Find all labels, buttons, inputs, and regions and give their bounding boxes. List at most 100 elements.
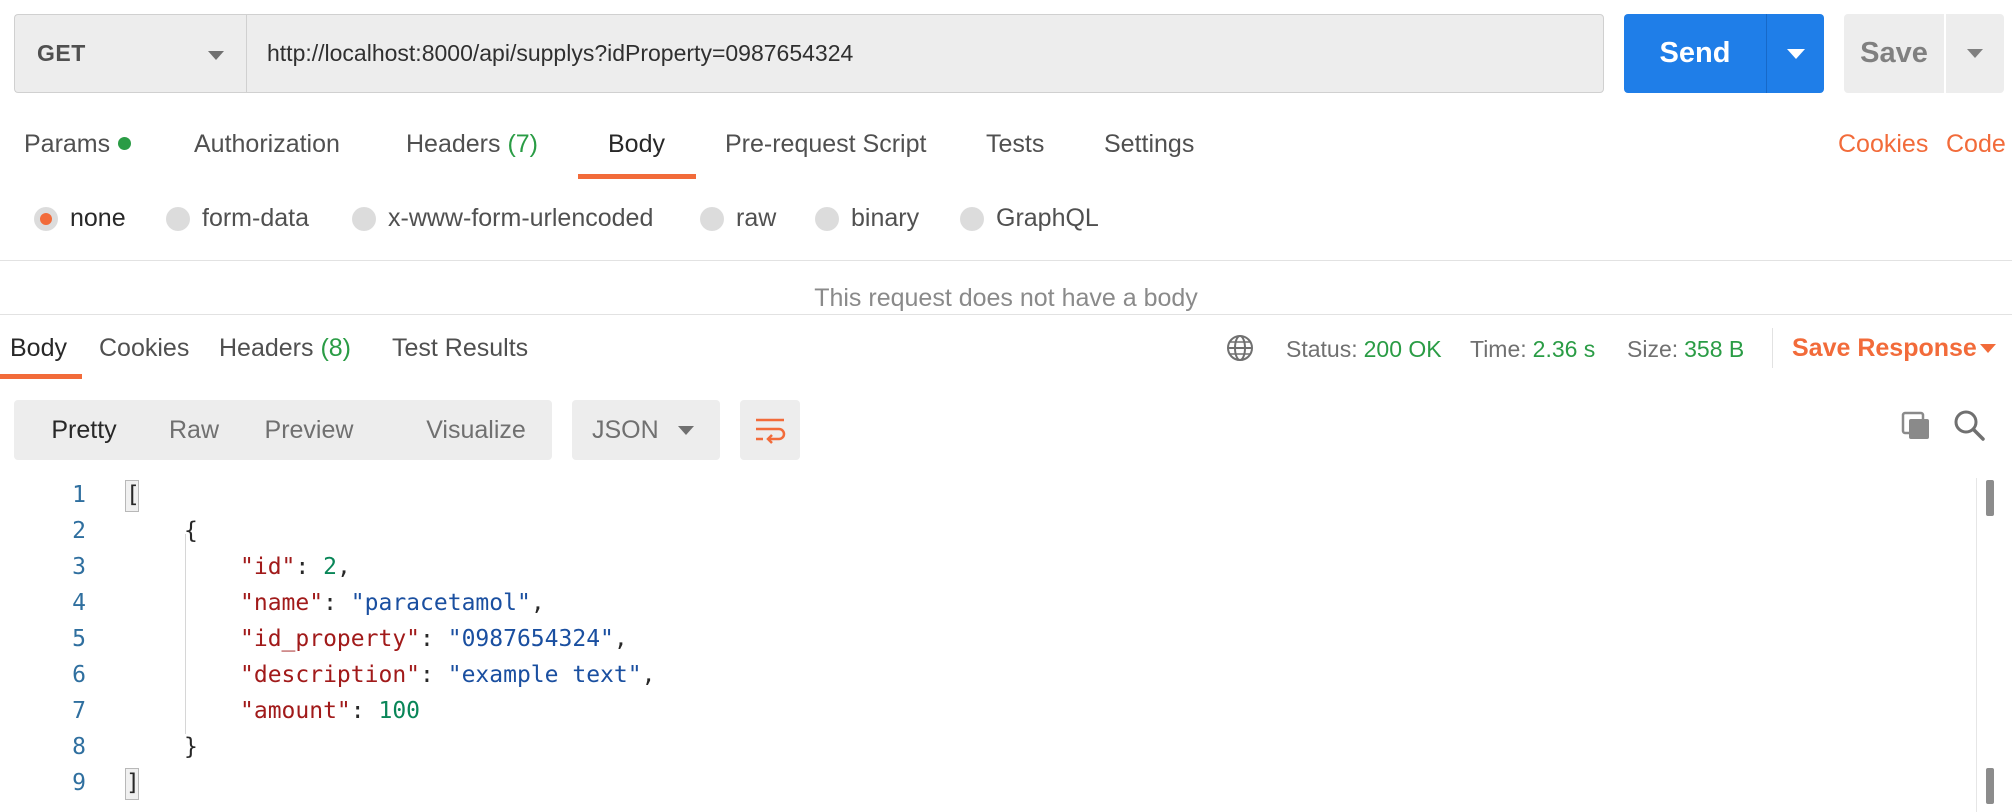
tab-headers-count: (7) (507, 130, 539, 158)
view-raw-button[interactable]: Raw (154, 400, 234, 460)
save-options-button[interactable] (1944, 14, 2004, 93)
radio-unchecked-icon (700, 206, 724, 231)
save-response-button[interactable]: Save Response (1792, 334, 1977, 363)
send-button[interactable]: Send (1624, 14, 1766, 93)
view-visualize-button[interactable]: Visualize (414, 400, 538, 460)
no-body-message: This request does not have a body (814, 284, 1198, 312)
response-tab-body[interactable]: Body (10, 334, 67, 363)
radio-unchecked-icon (960, 206, 984, 231)
radio-urlencoded-label: x-www-form-urlencoded (388, 204, 654, 232)
json-colon: : (295, 554, 324, 580)
tab-settings[interactable]: Settings (1104, 130, 1194, 159)
line-number: 8 (72, 734, 86, 760)
search-icon[interactable] (1952, 408, 1986, 442)
tab-authorization[interactable]: Authorization (194, 130, 340, 159)
tab-body[interactable]: Body (608, 130, 665, 159)
line-number: 1 (72, 482, 86, 508)
radio-binary[interactable]: binary (815, 204, 919, 233)
radio-urlencoded[interactable]: x-www-form-urlencoded (352, 204, 653, 233)
json-key: "name" (240, 590, 324, 616)
code-line: "id_property": "0987654324", (240, 626, 628, 652)
response-tab-cookies[interactable]: Cookies (99, 334, 189, 363)
save-button[interactable]: Save (1844, 14, 1944, 93)
close-array-bracket: ] (126, 770, 140, 796)
response-tab-headers[interactable]: Headers (8) (219, 334, 351, 363)
json-number: 2 (323, 554, 337, 580)
response-tab-headers-count: (8) (320, 334, 352, 362)
tab-params-label: Params (24, 130, 111, 158)
url-value: http://localhost:8000/api/supplys?idProp… (267, 40, 854, 66)
json-comma: , (613, 626, 628, 652)
response-body-editor[interactable]: 1 2 3 4 5 6 7 8 9 [ { "id": 2, "name": "… (0, 478, 2012, 812)
active-response-tab-indicator (0, 374, 82, 379)
radio-form-data[interactable]: form-data (166, 204, 309, 233)
json-comma: , (641, 662, 656, 688)
chevron-down-icon (208, 51, 224, 60)
wrap-lines-icon (756, 418, 786, 444)
method-select[interactable]: GET (14, 14, 246, 93)
active-tab-indicator (578, 174, 696, 179)
send-options-button[interactable] (1766, 14, 1824, 93)
json-key: "amount" (240, 698, 351, 724)
body-type-radios: none form-data x-www-form-urlencoded raw… (0, 200, 1200, 244)
status-label: Status: (1286, 336, 1358, 362)
json-key: "id_property" (240, 626, 421, 652)
copy-icon[interactable] (1900, 410, 1932, 442)
json-string: "0987654324" (447, 626, 614, 652)
response-status: Status: 200 OK (1286, 336, 1442, 363)
format-value: JSON (592, 415, 659, 444)
code-line: [ (126, 482, 140, 508)
json-string: "example text" (447, 662, 642, 688)
radio-raw-label: raw (736, 204, 777, 232)
response-tab-test-results[interactable]: Test Results (392, 334, 528, 363)
format-select[interactable]: JSON (572, 400, 720, 460)
line-number: 9 (72, 770, 86, 796)
time-label: Time: (1470, 336, 1527, 362)
scrollbar-thumb[interactable] (1986, 768, 1994, 804)
radio-none[interactable]: none (34, 204, 126, 233)
json-colon: : (420, 662, 448, 688)
code-link[interactable]: Code (1946, 130, 2006, 159)
size-label: Size: (1627, 336, 1679, 362)
save-button-group: Save (1844, 14, 2004, 93)
radio-unchecked-icon (815, 206, 839, 231)
line-number: 4 (72, 590, 86, 616)
code-line: { (184, 518, 198, 544)
radio-none-label: none (70, 204, 126, 232)
line-number: 7 (72, 698, 86, 724)
url-input[interactable]: http://localhost:8000/api/supplys?idProp… (246, 14, 1604, 93)
chevron-down-icon (1967, 49, 1983, 58)
size-value: 358 B (1684, 336, 1745, 362)
tab-pre-request-script[interactable]: Pre-request Script (725, 130, 926, 159)
chevron-down-icon[interactable] (1980, 344, 1996, 353)
divider (0, 260, 2012, 261)
send-button-group: Send (1624, 14, 1824, 93)
scrollbar-thumb[interactable] (1986, 480, 1994, 516)
code-line: "id": 2, (240, 554, 351, 580)
status-value: 200 OK (1363, 336, 1442, 362)
view-preview-button[interactable]: Preview (254, 400, 364, 460)
radio-graphql[interactable]: GraphQL (960, 204, 1099, 233)
indent-guide (185, 534, 186, 734)
radio-form-data-label: form-data (202, 204, 309, 232)
json-number: 100 (378, 698, 421, 724)
json-colon: : (323, 590, 351, 616)
open-array-bracket: [ (126, 482, 140, 508)
time-value: 2.36 s (1532, 336, 1596, 362)
code-line: } (184, 734, 198, 760)
radio-unchecked-icon (352, 206, 376, 231)
radio-raw[interactable]: raw (700, 204, 776, 233)
response-size: Size: 358 B (1627, 336, 1744, 363)
tab-headers[interactable]: Headers (7) (406, 130, 538, 159)
tab-params[interactable]: Params (24, 130, 132, 159)
cookies-link[interactable]: Cookies (1838, 130, 1928, 159)
response-time: Time: 2.36 s (1470, 336, 1595, 363)
code-line: "name": "paracetamol", (240, 590, 545, 616)
tab-tests[interactable]: Tests (986, 130, 1044, 159)
wrap-lines-button[interactable] (740, 400, 800, 460)
close-object-brace: } (184, 734, 198, 760)
radio-graphql-label: GraphQL (996, 204, 1099, 232)
json-string: "paracetamol" (350, 590, 531, 616)
globe-icon[interactable] (1226, 334, 1254, 362)
view-pretty-button[interactable]: Pretty (34, 400, 134, 460)
